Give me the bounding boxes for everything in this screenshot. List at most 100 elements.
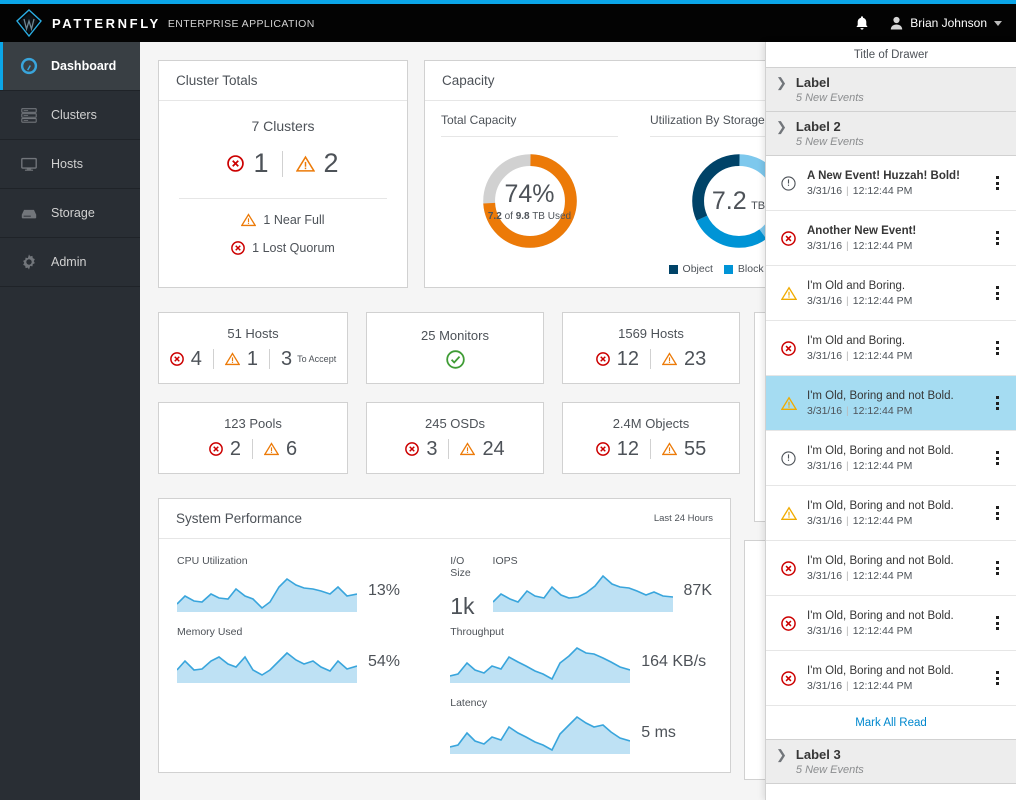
chevron-right-icon: ❯ bbox=[776, 119, 787, 134]
tile-hosts-51[interactable]: 51 Hosts 4 1 3 To Accept bbox=[158, 312, 348, 384]
notification-body: I'm Old and Boring. 3/31/16 | 12:12:44 PM bbox=[807, 280, 980, 307]
kebab-menu-icon[interactable] bbox=[990, 671, 1004, 685]
notification-timestamp: 3/31/16 | 12:12:44 PM bbox=[807, 459, 913, 472]
notification-item[interactable]: I'm Old, Boring and not Bold. 3/31/16 | 12… bbox=[766, 541, 1016, 596]
tile-hosts-1569[interactable]: 1569 Hosts 12 23 bbox=[562, 312, 740, 384]
cluster-error-group[interactable]: 1 bbox=[227, 148, 269, 179]
monitor-screen-icon bbox=[18, 155, 40, 173]
notification-bell-icon[interactable] bbox=[854, 15, 870, 32]
notification-body: I'm Old, Boring and not Bold. 3/31/16 | 12… bbox=[807, 445, 980, 472]
warning-triangle-icon bbox=[780, 285, 797, 301]
kebab-menu-icon[interactable] bbox=[990, 396, 1004, 410]
notification-item[interactable]: I'm Old and Boring. 3/31/16 | 12:12:44 PM bbox=[766, 266, 1016, 321]
latency-sparkline bbox=[450, 715, 631, 754]
storage-drive-icon bbox=[18, 204, 40, 222]
tile-title: 25 Monitors bbox=[421, 327, 489, 343]
tile-stats bbox=[445, 349, 465, 369]
notification-item[interactable]: I'm Old, Boring and not Bold. 3/31/16 | 12… bbox=[766, 486, 1016, 541]
tile-error-count: 4 bbox=[190, 347, 202, 370]
kebab-menu-icon[interactable] bbox=[990, 231, 1004, 245]
cluster-detail-near-full[interactable]: 1 Near Full bbox=[159, 213, 407, 227]
notification-item[interactable]: I'm Old, Boring and not Bold. 3/31/16 | 12… bbox=[766, 431, 1016, 486]
kebab-menu-icon[interactable] bbox=[990, 561, 1004, 575]
cluster-error-count: 1 bbox=[253, 148, 269, 178]
cluster-detail-lost-quorum[interactable]: 1 Lost Quorum bbox=[159, 241, 407, 255]
tile-toaccept-group: 3 To Accept bbox=[281, 348, 336, 371]
kebab-menu-icon[interactable] bbox=[990, 176, 1004, 190]
server-rack-icon bbox=[18, 106, 40, 124]
tile-warning-count: 24 bbox=[482, 437, 505, 460]
tile-title: 123 Pools bbox=[224, 415, 282, 431]
notification-timestamp: 3/31/16 | 12:12:44 PM bbox=[807, 239, 913, 252]
sidebar-item-hosts[interactable]: Hosts bbox=[0, 140, 140, 189]
warning-triangle-icon bbox=[241, 213, 257, 227]
tile-stats: 12 23 bbox=[595, 347, 706, 371]
tile-stats: 3 24 bbox=[405, 437, 505, 461]
legend-item-block[interactable]: Block bbox=[723, 263, 764, 275]
legend-label: Object bbox=[682, 263, 713, 275]
sidebar-item-storage[interactable]: Storage bbox=[0, 189, 140, 238]
tile-monitors-25[interactable]: 25 Monitors bbox=[366, 312, 544, 384]
notification-item[interactable]: I'm Old, Boring and not Bold. 3/31/16 | 12… bbox=[766, 651, 1016, 706]
tile-pools-123[interactable]: 123 Pools 2 6 bbox=[158, 402, 348, 474]
cluster-totals-body: 7 Clusters 1 2 1 Near Full 1 Lost Quorum bbox=[159, 101, 407, 255]
error-circle-icon bbox=[780, 615, 797, 631]
performance-right-column: I/O Size 1k IOPS 87K Throughput 164 KB/s… bbox=[438, 555, 712, 768]
metric-io-size: I/O Size 1k bbox=[450, 555, 474, 626]
notification-message: I'm Old and Boring. bbox=[807, 334, 906, 347]
panel-subtitle: 5 New Events bbox=[795, 764, 864, 776]
kebab-menu-icon[interactable] bbox=[990, 616, 1004, 630]
warning-triangle-icon bbox=[224, 352, 240, 366]
tile-title: 1569 Hosts bbox=[618, 325, 684, 341]
brand[interactable]: PATTERNFLY ENTERPRISE APPLICATION bbox=[0, 8, 315, 38]
cluster-detail-label: 1 Near Full bbox=[263, 213, 325, 227]
user-menu[interactable]: Brian Johnson bbox=[890, 16, 1002, 30]
sidebar-item-clusters[interactable]: Clusters bbox=[0, 91, 140, 140]
kebab-menu-icon[interactable] bbox=[990, 341, 1004, 355]
notification-item[interactable]: I'm Old, Boring and not Bold. 3/31/16 | 12… bbox=[766, 596, 1016, 651]
tile-warning-count: 23 bbox=[684, 347, 707, 370]
card-title: Cluster Totals bbox=[159, 61, 407, 101]
performance-left-column: CPU Utilization 13% Memory Used 54% bbox=[177, 555, 438, 768]
notification-message: Another New Event! bbox=[807, 224, 917, 237]
notification-timestamp: 3/31/16 | 12:12:44 PM bbox=[807, 569, 913, 582]
tile-warning-group: 23 bbox=[662, 348, 706, 371]
legend-swatch bbox=[668, 264, 678, 274]
notification-item[interactable]: Another New Event! 3/31/16 | 12:12:44 PM bbox=[766, 211, 1016, 266]
drawer-panel-label-2[interactable]: ❯ Label 2 5 New Events bbox=[766, 112, 1016, 156]
tile-error-group: 4 bbox=[169, 347, 202, 371]
tile-warning-count: 1 bbox=[246, 347, 259, 370]
panel-subtitle: 5 New Events bbox=[795, 92, 864, 104]
tile-error-count: 2 bbox=[229, 437, 241, 460]
error-circle-icon bbox=[209, 442, 223, 456]
divider bbox=[650, 349, 651, 369]
tile-error-count: 12 bbox=[616, 347, 639, 370]
drawer-panel-label-3[interactable]: ❯ Label 3 5 New Events bbox=[766, 740, 1016, 784]
notification-item-selected[interactable]: I'm Old, Boring and not Bold. 3/31/16 | 12… bbox=[766, 376, 1016, 431]
drawer-panel-label[interactable]: ❯ Label 5 New Events bbox=[766, 68, 1016, 112]
info-circle-icon bbox=[780, 450, 797, 466]
tile-osds-245[interactable]: 245 OSDs 3 24 bbox=[366, 402, 544, 474]
legend-item-object[interactable]: Object bbox=[668, 263, 713, 275]
metric-value: 13% bbox=[368, 582, 401, 599]
kebab-menu-icon[interactable] bbox=[990, 506, 1004, 520]
kebab-menu-icon[interactable] bbox=[990, 451, 1004, 465]
metric-label: IOPS bbox=[492, 555, 518, 567]
chevron-down-icon[interactable] bbox=[994, 20, 1002, 26]
sidebar-item-admin[interactable]: Admin bbox=[0, 238, 140, 287]
cluster-warning-group[interactable]: 2 bbox=[295, 148, 339, 179]
notification-timestamp: 3/31/16 | 12:12:44 PM bbox=[807, 679, 913, 692]
tile-objects-24m[interactable]: 2.4M Objects 12 55 bbox=[562, 402, 740, 474]
brand-subtitle: ENTERPRISE APPLICATION bbox=[167, 18, 315, 30]
tile-warning-count: 55 bbox=[684, 437, 707, 460]
sidebar-item-dashboard[interactable]: Dashboard bbox=[0, 42, 140, 91]
mark-all-read-button[interactable]: Mark All Read bbox=[766, 706, 1016, 740]
sidebar-item-label: Admin bbox=[51, 255, 87, 269]
notification-item[interactable]: I'm Old and Boring. 3/31/16 | 12:12:44 PM bbox=[766, 321, 1016, 376]
notification-message: I'm Old, Boring and not Bold. bbox=[807, 499, 954, 512]
notification-item[interactable]: A New Event! Huzzah! Bold! 3/31/16 | 12:12… bbox=[766, 156, 1016, 211]
io-size-value: 1k bbox=[450, 593, 475, 619]
drawer-title: Title of Drawer bbox=[766, 42, 1016, 68]
sidebar-item-label: Hosts bbox=[51, 157, 83, 171]
kebab-menu-icon[interactable] bbox=[990, 286, 1004, 300]
